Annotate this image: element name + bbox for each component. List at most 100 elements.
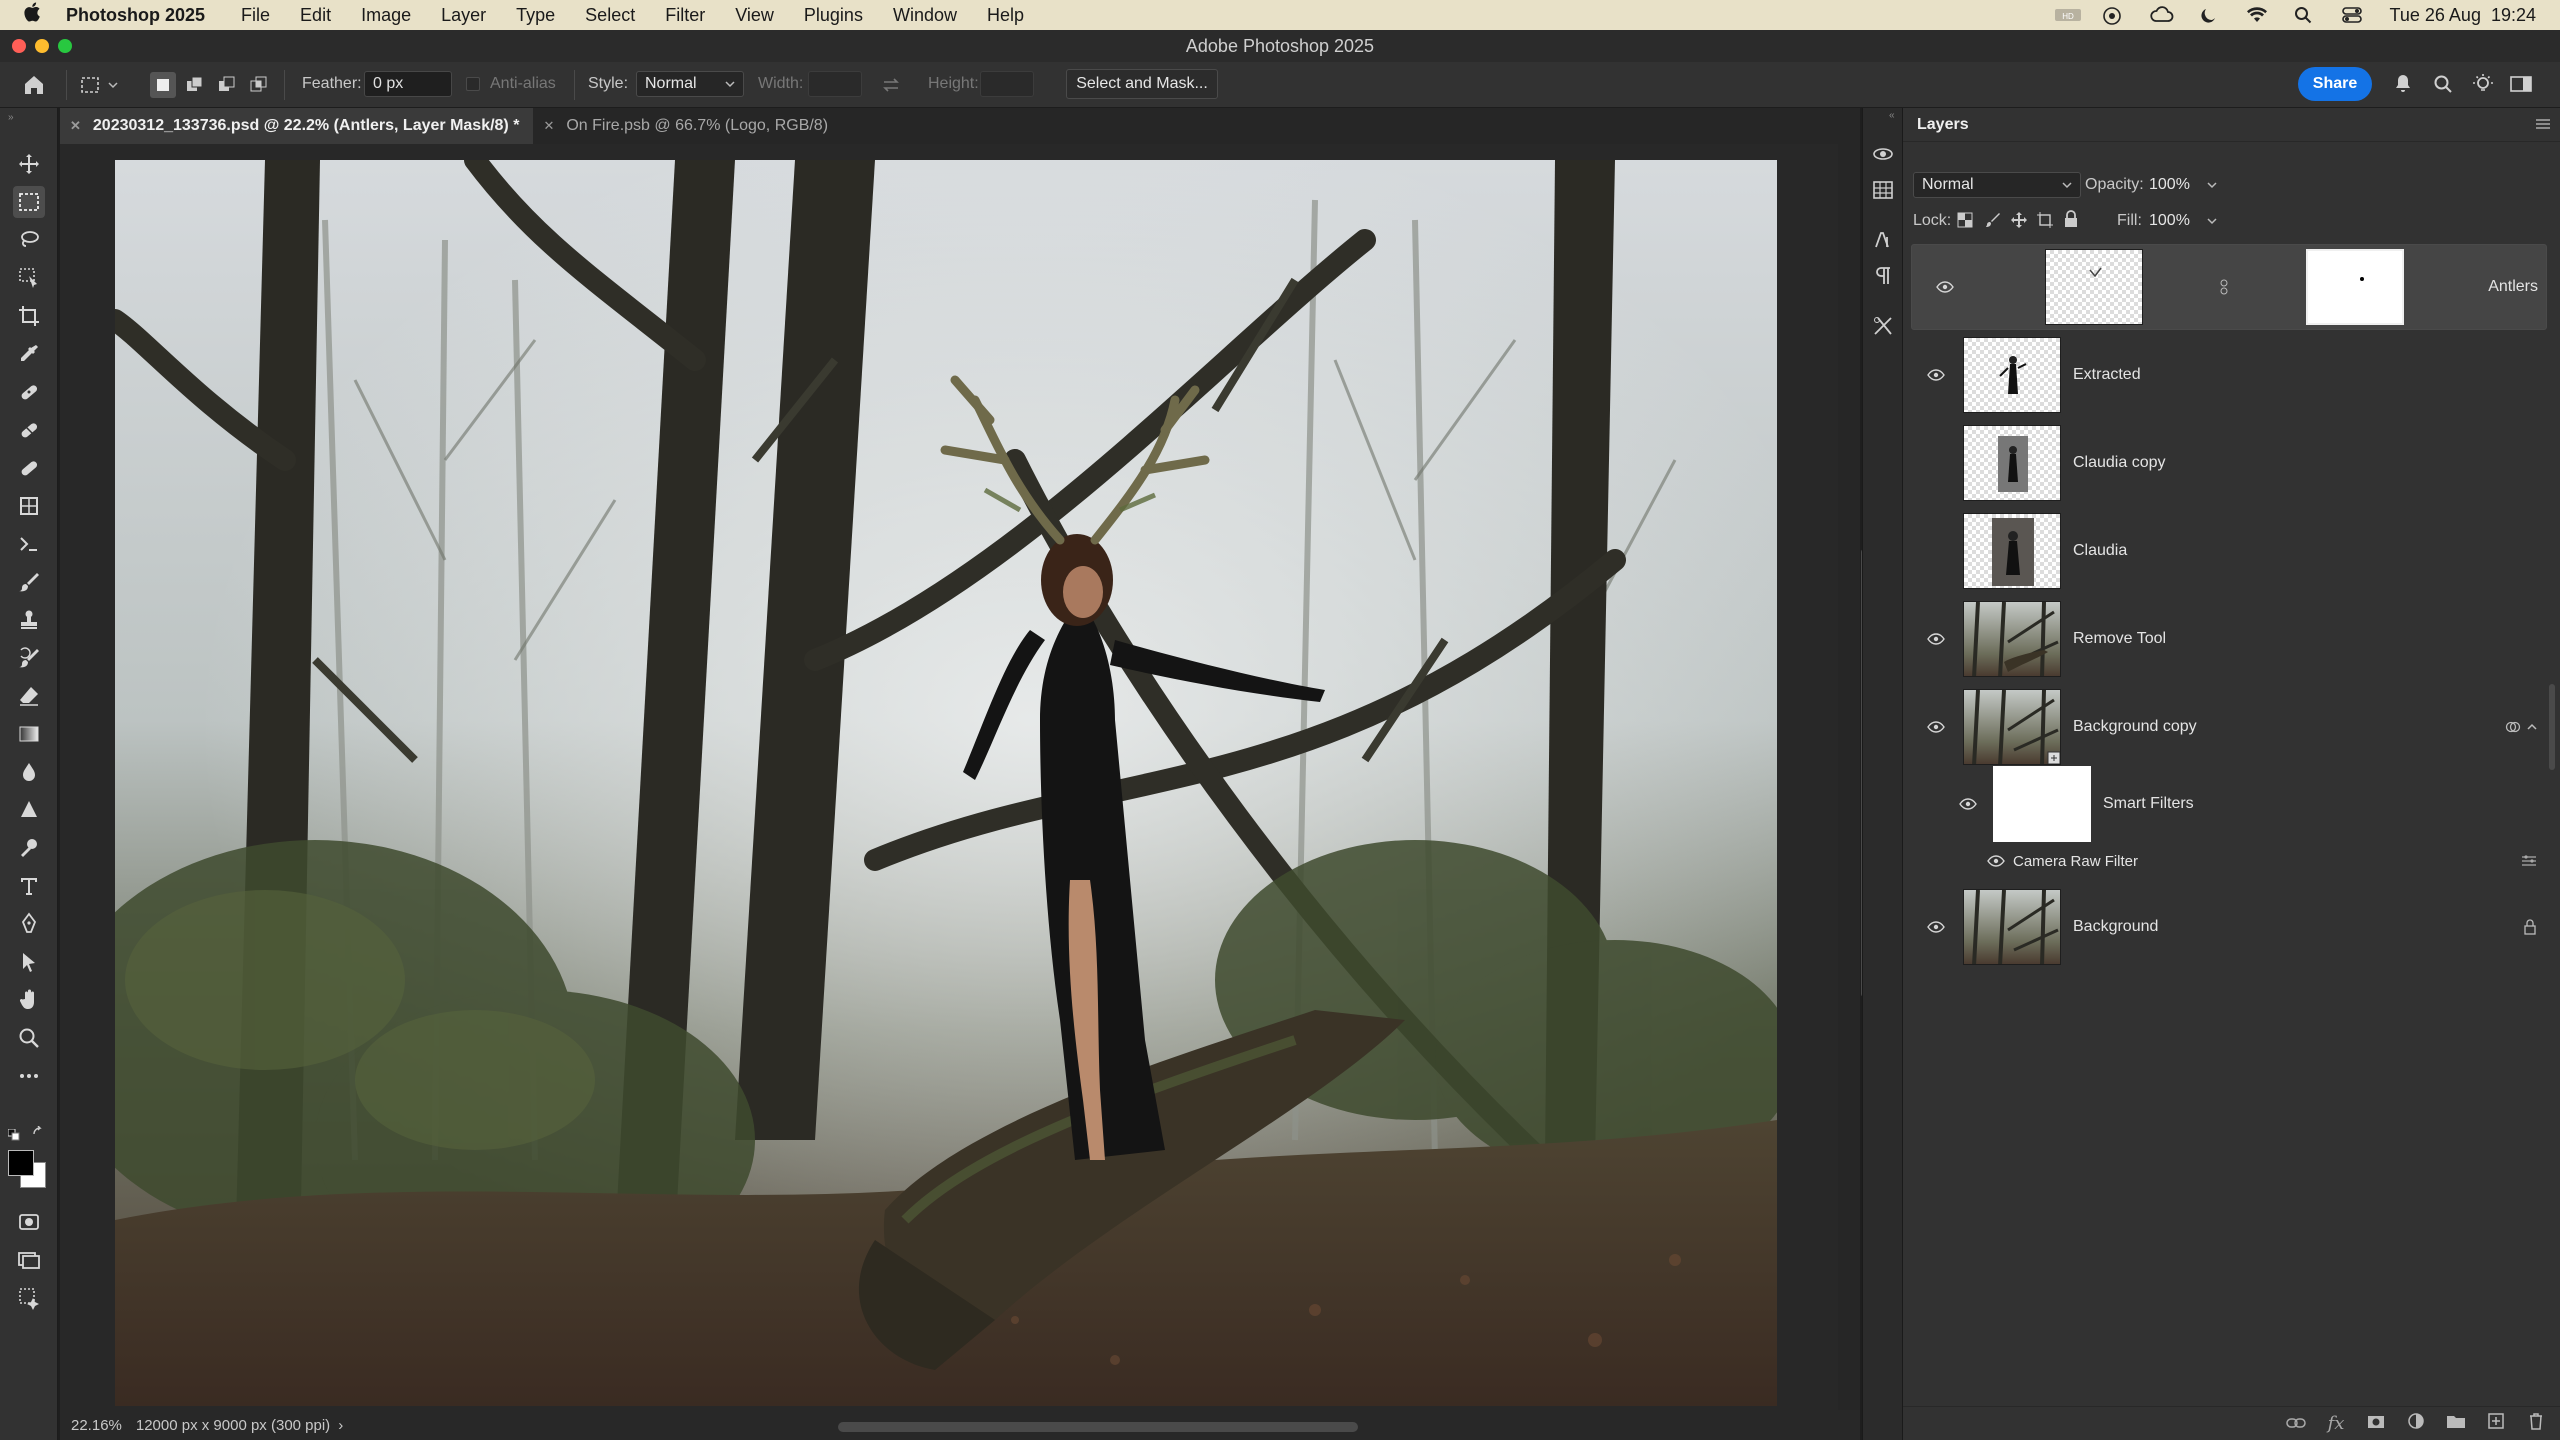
layer-mask-thumbnail[interactable] (2305, 249, 2404, 325)
menu-image[interactable]: Image (361, 5, 411, 26)
blend-mode-select[interactable]: Normal (1913, 172, 2081, 198)
creative-cloud-icon[interactable] (2149, 6, 2173, 24)
new-layer-icon[interactable] (2485, 1412, 2507, 1435)
history-brush-tool-icon[interactable] (13, 642, 45, 674)
close-window-button[interactable] (12, 39, 26, 53)
layer-thumbnail[interactable] (1963, 601, 2061, 677)
height-input[interactable] (980, 71, 1034, 97)
smart-filters-label[interactable]: Smart Filters (2103, 795, 2194, 813)
visibility-eye-icon[interactable] (1934, 279, 1956, 295)
subtract-from-selection-icon[interactable] (214, 72, 240, 98)
opacity-input[interactable]: 100% (2145, 172, 2225, 198)
tab-document-active[interactable]: ✕ 20230312_133736.psd @ 22.2% (Antlers, … (60, 108, 534, 144)
layers-scrollbar[interactable] (2549, 684, 2555, 770)
layer-row-background-copy[interactable]: Background copy (1911, 684, 2547, 770)
more-tools-icon[interactable] (13, 1060, 45, 1092)
clone-stamp-tool-icon[interactable] (13, 604, 45, 636)
eyedropper-tool-icon[interactable] (13, 338, 45, 370)
menubar-clock[interactable]: Tue 26 Aug 19:24 (2390, 5, 2536, 26)
default-colors-icon[interactable] (7, 1128, 20, 1141)
crop-tool-icon[interactable] (13, 300, 45, 332)
generative-fill-icon[interactable] (13, 1282, 45, 1314)
menu-filter[interactable]: Filter (665, 5, 705, 26)
screen-mode-icon[interactable] (13, 1244, 45, 1276)
tool-presets-icon[interactable] (1871, 314, 1895, 338)
pen-tool-icon[interactable] (13, 832, 45, 864)
lock-artboard-icon[interactable] (2037, 212, 2055, 230)
width-input[interactable] (808, 71, 862, 97)
lasso-tool-icon[interactable] (13, 224, 45, 256)
layer-name[interactable]: Remove Tool (2073, 630, 2166, 648)
spot-healing-brush-tool-icon[interactable] (13, 376, 45, 408)
3d-panel-icon[interactable] (1871, 142, 1895, 166)
path-selection-tool-icon[interactable] (13, 946, 45, 978)
layer-styles-fx-icon[interactable]: fx (2325, 1413, 2347, 1434)
preset-chevron-down-icon[interactable] (106, 76, 120, 94)
visibility-eye-icon[interactable] (1985, 853, 2007, 869)
discover-lightbulb-icon[interactable] (2470, 70, 2496, 98)
hand-tool-icon[interactable] (13, 984, 45, 1016)
canvas-area[interactable] (60, 144, 1838, 1410)
intersect-selection-icon[interactable] (246, 72, 272, 98)
minimize-window-button[interactable] (35, 39, 49, 53)
menu-view[interactable]: View (735, 5, 774, 26)
layer-thumbnail[interactable] (1963, 337, 2061, 413)
freeform-pen-tool-icon[interactable] (13, 908, 45, 940)
style-select[interactable]: Normal (636, 71, 744, 97)
layer-name[interactable]: Background copy (2073, 718, 2197, 736)
panel-menu-icon[interactable] (2536, 116, 2550, 134)
close-tab-icon[interactable]: ✕ (70, 118, 81, 134)
display-icon[interactable]: HD (2054, 6, 2081, 24)
new-group-folder-icon[interactable] (2445, 1413, 2467, 1434)
layers-panel-title[interactable]: Layers (1917, 116, 1969, 134)
smart-filter-icon[interactable] (2505, 720, 2521, 734)
anti-alias-checkbox[interactable] (466, 77, 480, 91)
new-selection-icon[interactable] (150, 72, 176, 98)
brush-tool-icon[interactable] (13, 566, 45, 598)
zoom-tool-icon[interactable] (13, 1022, 45, 1054)
collapse-chevron-up-icon[interactable] (2527, 723, 2537, 731)
layer-row-claudia[interactable]: Claudia (1911, 508, 2547, 594)
document-info-arrow-icon[interactable]: › (338, 1417, 343, 1434)
lock-transparent-pixels-icon[interactable] (1957, 212, 1975, 230)
visibility-eye-icon[interactable] (1925, 719, 1947, 735)
share-button[interactable]: Share (2298, 67, 2372, 101)
lock-position-icon[interactable] (2011, 212, 2029, 230)
layer-thumbnail[interactable] (1963, 513, 2061, 589)
sync-icon[interactable] (2102, 6, 2124, 25)
swap-width-height-icon[interactable] (878, 72, 904, 98)
smart-filter-mask-thumbnail[interactable] (1993, 766, 2091, 842)
delete-layer-trash-icon[interactable] (2525, 1412, 2547, 1435)
menu-help[interactable]: Help (987, 5, 1024, 26)
visibility-eye-icon[interactable] (1957, 796, 1979, 812)
lock-image-pixels-icon[interactable] (1985, 212, 2003, 230)
menu-layer[interactable]: Layer (441, 5, 486, 26)
layer-thumbnail[interactable] (1963, 889, 2061, 965)
tab-document-on-fire[interactable]: ✕ On Fire.psb @ 66.7% (Logo, RGB/8) (533, 108, 842, 144)
lock-all-icon[interactable] (2063, 210, 2081, 228)
spotlight-search-icon[interactable] (2294, 6, 2316, 24)
apple-menu-icon[interactable] (0, 2, 66, 28)
layer-row-extracted[interactable]: Extracted (1911, 332, 2547, 418)
wifi-icon[interactable] (2246, 6, 2268, 24)
layer-row-antlers[interactable]: Antlers (1911, 244, 2547, 330)
control-center-icon[interactable] (2341, 6, 2364, 24)
menu-select[interactable]: Select (585, 5, 635, 26)
notifications-bell-icon[interactable] (2390, 70, 2416, 98)
fill-input[interactable]: 100% (2145, 208, 2225, 234)
workspace-layout-icon[interactable] (2508, 70, 2534, 98)
layer-name[interactable]: Claudia copy (2073, 454, 2166, 472)
home-icon[interactable] (20, 72, 48, 98)
visibility-eye-icon[interactable] (1925, 919, 1947, 935)
layer-name[interactable]: Background (2073, 918, 2158, 936)
menu-type[interactable]: Type (516, 5, 555, 26)
add-to-selection-icon[interactable] (182, 72, 208, 98)
camera-raw-filter-row[interactable]: Camera Raw Filter (1911, 848, 2547, 874)
vertical-scrollbar[interactable] (1838, 144, 1868, 1410)
layer-thumbnail[interactable] (1963, 689, 2061, 765)
link-layers-icon[interactable] (2285, 1413, 2307, 1434)
blur-tool-icon[interactable] (13, 756, 45, 788)
adjustment-layer-icon[interactable] (2405, 1412, 2427, 1435)
character-panel-icon[interactable] (1871, 228, 1895, 252)
type-tool-icon[interactable] (13, 870, 45, 902)
